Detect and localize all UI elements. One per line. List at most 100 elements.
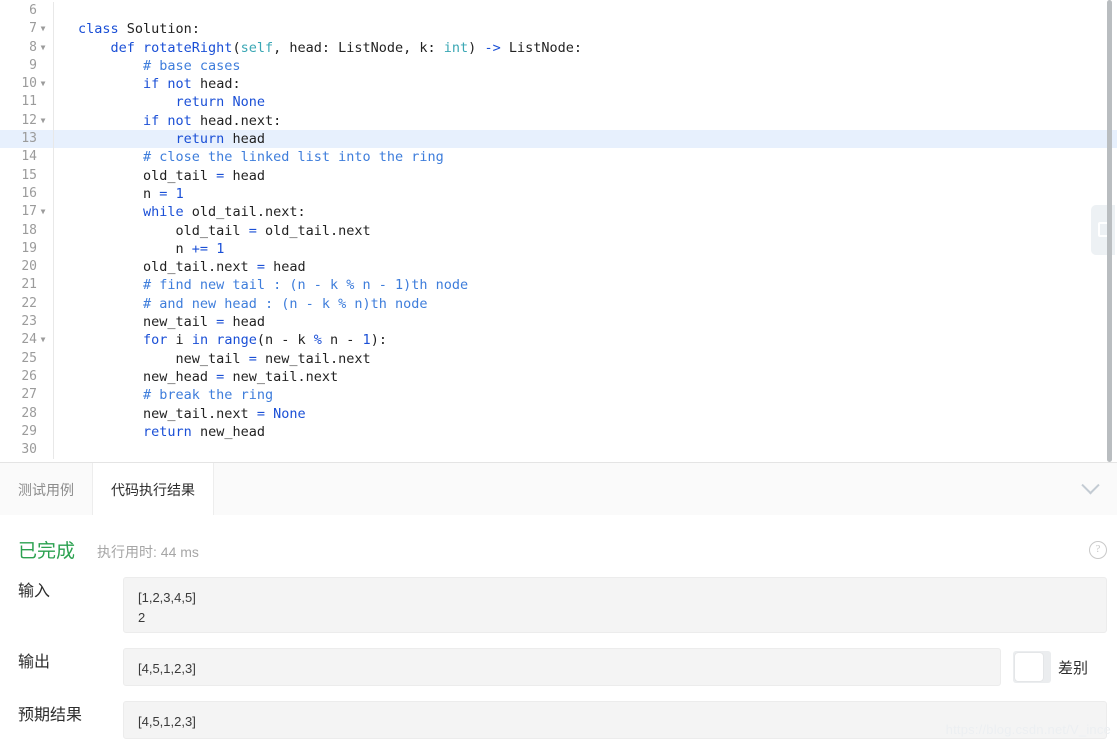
code-token: if not — [143, 112, 192, 129]
code-token: class — [78, 21, 127, 38]
code-line[interactable]: while old_tail.next: — [78, 203, 1117, 221]
code-line[interactable]: new_head = new_tail.next — [78, 368, 1117, 386]
code-token: head: — [191, 76, 241, 93]
code-line[interactable]: new_tail.next = None — [78, 405, 1117, 423]
code-line[interactable]: # close the linked list into the ring — [78, 148, 1117, 166]
code-token: = — [256, 259, 265, 276]
code-line[interactable]: # base cases — [78, 57, 1117, 75]
code-line[interactable]: old_tail = old_tail.next — [78, 222, 1117, 240]
line-number-text: 27 — [21, 387, 37, 403]
code-line[interactable]: for i in range(n - k % n - 1): — [78, 331, 1117, 349]
code-token: for — [143, 332, 168, 349]
line-number: 18▼ — [0, 222, 53, 240]
code-line[interactable]: def rotateRight(self, head: ListNode, k:… — [78, 39, 1117, 57]
line-number: 10 ▼ — [0, 75, 53, 93]
runtime-text: 执行用时: 44 ms — [97, 544, 199, 560]
editor-vertical-scrollbar[interactable] — [1107, 0, 1112, 462]
fold-triangle-icon[interactable]: ▼ — [37, 20, 49, 38]
code-line[interactable]: class Solution: — [78, 20, 1117, 38]
tab-testcase[interactable]: 测试用例 — [0, 463, 92, 516]
diff-switch-track[interactable] — [1013, 651, 1051, 683]
code-line[interactable]: n = 1 — [78, 185, 1117, 203]
tab-result[interactable]: 代码执行结果 — [92, 463, 214, 516]
code-line[interactable] — [78, 2, 1117, 20]
line-number: 19▼ — [0, 240, 53, 258]
expected-label: 预期结果 — [18, 707, 83, 724]
code-line[interactable]: if not head: — [78, 75, 1117, 93]
code-line[interactable]: # break the ring — [78, 386, 1117, 404]
code-line[interactable]: return new_head — [78, 423, 1117, 441]
line-number: 13▼ — [0, 130, 53, 149]
line-number-text: 21 — [21, 277, 37, 293]
code-token: % — [313, 332, 322, 349]
line-number-text: 7 — [29, 21, 37, 37]
code-token: Solution — [126, 21, 192, 38]
code-token: head — [264, 259, 306, 276]
code-token: def — [110, 39, 144, 56]
code-line[interactable]: return head — [54, 130, 1117, 149]
fold-triangle-icon[interactable]: ▼ — [37, 203, 49, 221]
code-token: self — [240, 39, 274, 56]
code-line[interactable]: # find new tail : (n - k % n - 1)th node — [78, 276, 1117, 294]
line-number-text: 9 — [29, 57, 37, 73]
code-token: new_tail.next — [256, 350, 371, 367]
line-number: 28▼ — [0, 405, 53, 423]
line-number-text: 19 — [21, 240, 37, 256]
code-token: ListNode: — [500, 39, 582, 56]
input-row: 输入 [1,2,3,4,5] 2 — [0, 577, 1117, 633]
code-token: += — [191, 240, 209, 257]
fold-triangle-icon[interactable]: ▼ — [37, 331, 49, 349]
code-line[interactable] — [78, 441, 1117, 459]
diff-toggle[interactable]: 差别 — [1013, 648, 1088, 686]
code-token: head — [232, 131, 265, 148]
code-token: # break the ring — [143, 387, 274, 404]
line-number-text: 13 — [21, 131, 37, 147]
fold-triangle-icon[interactable]: ▼ — [37, 112, 49, 130]
line-number: 25▼ — [0, 350, 53, 368]
code-line[interactable]: new_tail = head — [78, 313, 1117, 331]
code-line[interactable]: # and new head : (n - k % n)th node — [78, 295, 1117, 313]
code-token: old_tail.next — [256, 222, 371, 239]
question-circle-icon[interactable]: ? — [1089, 541, 1107, 559]
code-area[interactable]: 6▼7▼8▼9▼10▼11▼12▼13▼14▼15▼16▼17▼18▼19▼20… — [0, 0, 1117, 460]
output-value-box[interactable]: [4,5,1,2,3] — [123, 648, 1001, 686]
fold-triangle-icon[interactable]: ▼ — [37, 39, 49, 57]
line-number: 24 ▼ — [0, 331, 53, 349]
line-number: 15▼ — [0, 167, 53, 185]
code-line[interactable]: n += 1 — [78, 240, 1117, 258]
code-token: 1 — [216, 240, 225, 257]
line-number-text: 16 — [21, 185, 37, 201]
code-token: new_tail.next — [224, 368, 339, 385]
line-number: 9▼ — [0, 57, 53, 75]
line-number: 30▼ — [0, 441, 53, 459]
code-line[interactable]: return None — [78, 93, 1117, 111]
code-lines[interactable]: class Solution: def rotateRight(self, he… — [54, 2, 1117, 459]
code-line[interactable]: old_tail = head — [78, 167, 1117, 185]
code-line[interactable]: new_tail = new_tail.next — [78, 350, 1117, 368]
line-number-text: 17 — [21, 204, 37, 220]
line-number-text: 29 — [21, 423, 37, 439]
tab-result-label: 代码执行结果 — [111, 481, 195, 498]
code-line[interactable]: old_tail.next = head — [78, 258, 1117, 276]
code-token: new_head — [191, 423, 265, 440]
tab-testcase-label: 测试用例 — [18, 481, 74, 498]
fold-triangle-icon[interactable]: ▼ — [37, 75, 49, 93]
code-token: ( — [232, 39, 241, 56]
collapse-panel-button[interactable] — [1063, 463, 1117, 516]
input-value-box[interactable]: [1,2,3,4,5] 2 — [123, 577, 1107, 633]
line-number: 29▼ — [0, 423, 53, 441]
code-editor[interactable]: 6▼7▼8▼9▼10▼11▼12▼13▼14▼15▼16▼17▼18▼19▼20… — [0, 0, 1117, 462]
code-token: head — [224, 314, 265, 331]
code-line[interactable]: if not head.next: — [78, 112, 1117, 130]
code-token: : — [191, 21, 200, 38]
code-token: old_tail — [78, 222, 249, 239]
